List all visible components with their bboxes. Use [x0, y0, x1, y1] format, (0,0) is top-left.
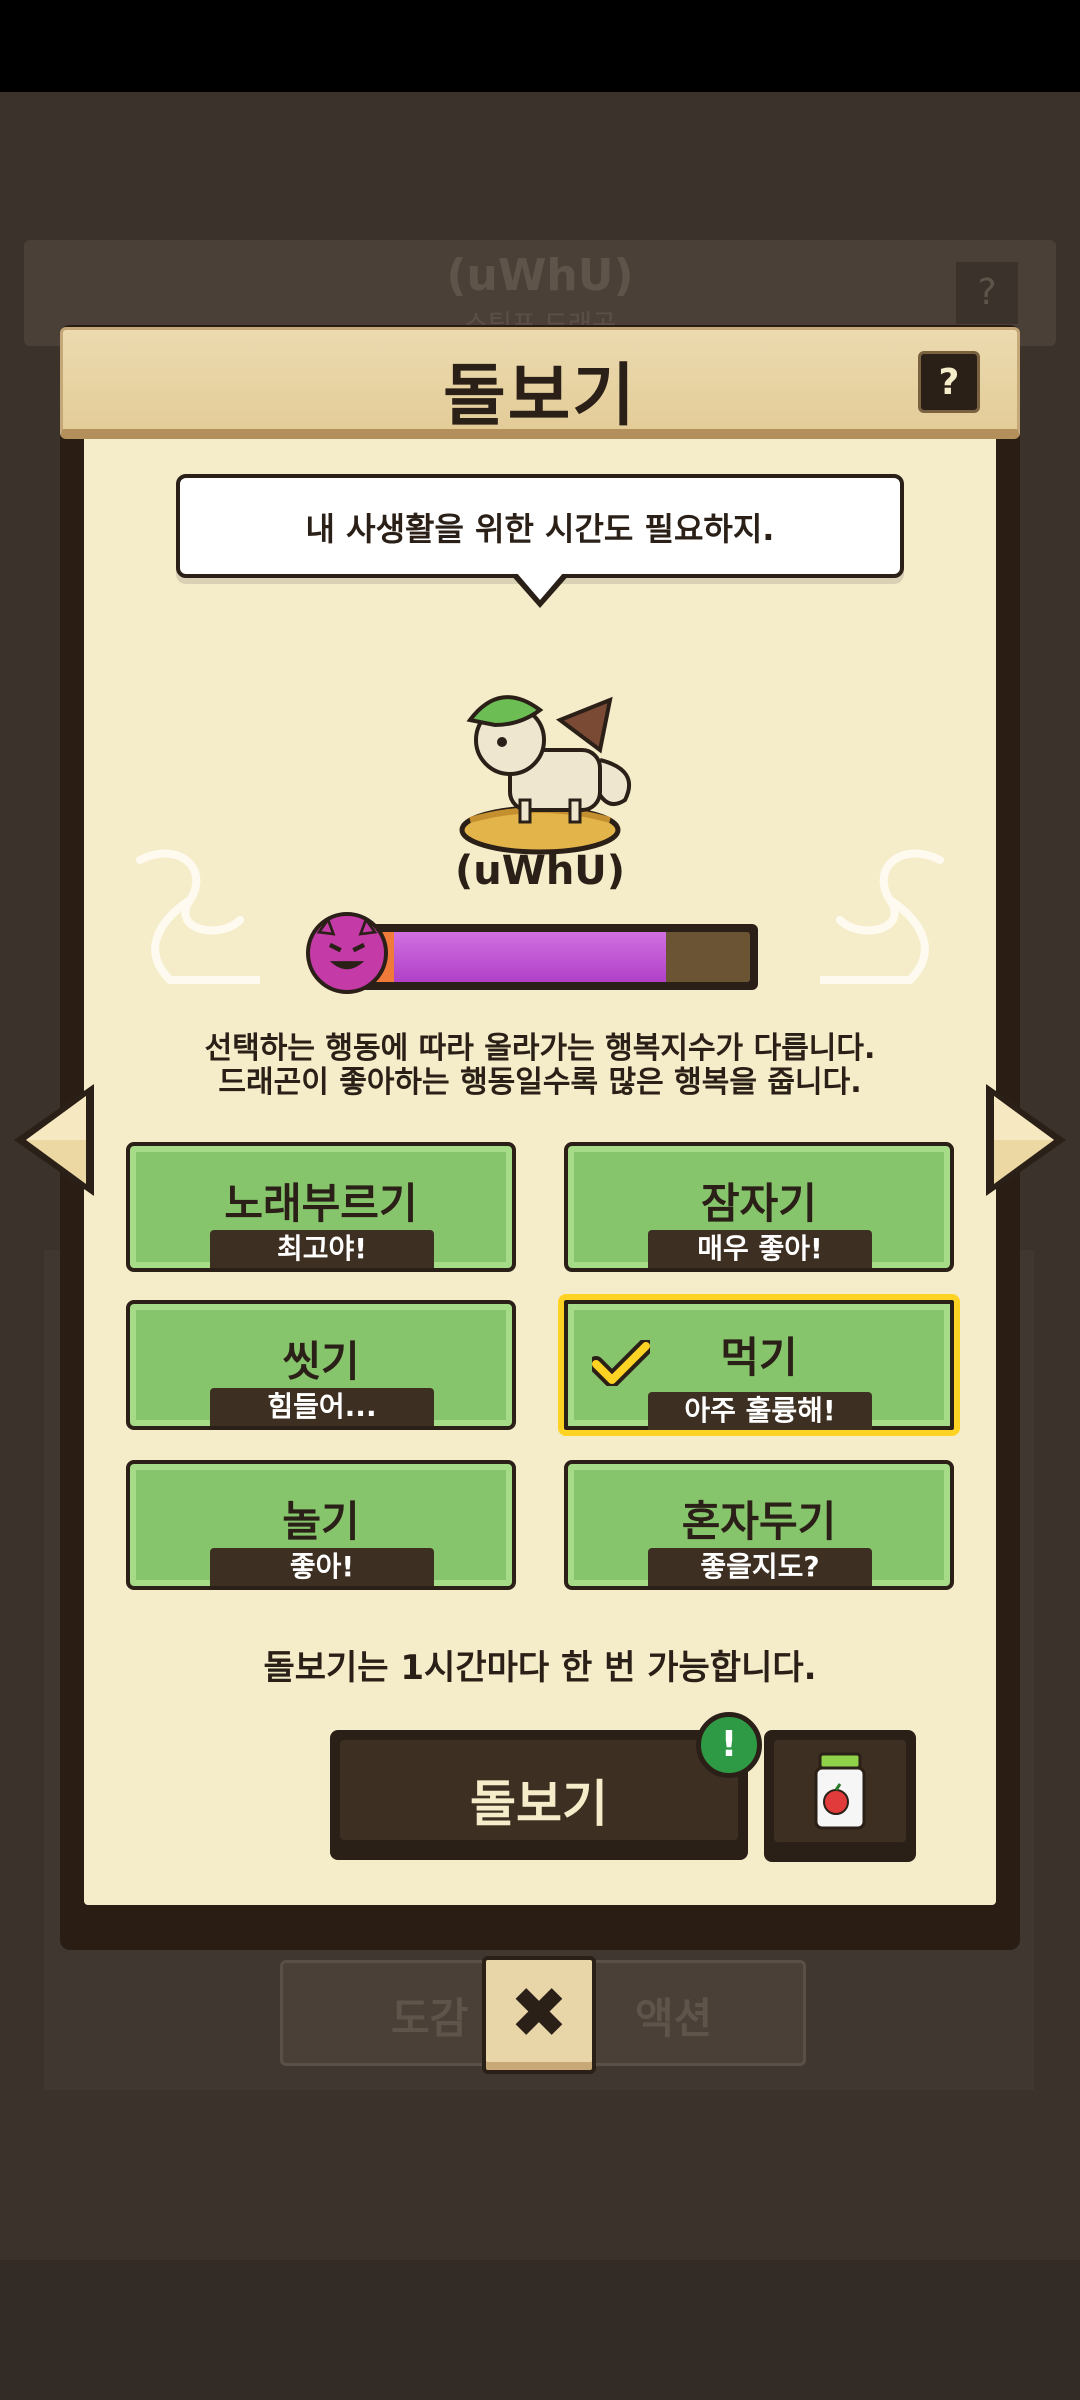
action-wash-button[interactable]: 씻기 힘들어...	[126, 1300, 516, 1430]
modal-title: 돌보기	[443, 357, 637, 436]
background-tab-collection: 도감	[391, 1994, 469, 2043]
care-button[interactable]: 돌보기	[330, 1730, 748, 1860]
devil-face-icon	[306, 912, 388, 994]
dragon-sprite	[459, 695, 631, 855]
happiness-bar	[360, 924, 758, 990]
care-button-face: 돌보기	[340, 1740, 738, 1840]
description-line-1: 선택하는 행동에 따라 올라가는 행복지수가 다릅니다.	[204, 1031, 876, 1066]
alert-badge: !	[696, 1712, 762, 1778]
action-leave-alone-button[interactable]: 혼자두기 좋을지도?	[564, 1460, 954, 1590]
modal-titlebar: 돌보기	[60, 327, 1020, 439]
action-sleep-button[interactable]: 잠자기 매우 좋아!	[564, 1142, 954, 1272]
action-label: 잠자기	[701, 1179, 817, 1228]
background-title: (uWhU)	[446, 250, 634, 301]
item-jar-face	[774, 1740, 906, 1842]
action-label: 혼자두기	[681, 1497, 837, 1546]
action-label: 노래부르기	[224, 1179, 418, 1228]
item-jar-button[interactable]	[764, 1730, 916, 1862]
status-bar	[0, 0, 1080, 92]
pet-name: (uWhU)	[454, 848, 626, 894]
action-play-button[interactable]: 놀기 좋아!	[126, 1460, 516, 1590]
description-line-2: 드래곤이 좋아하는 행동일수록 많은 행복을 줍니다.	[218, 1065, 862, 1100]
help-button[interactable]: ?	[918, 351, 980, 413]
speech-bubble: 내 사생활을 위한 시간도 필요하지.	[176, 474, 904, 578]
close-button[interactable]: ✖	[482, 1956, 596, 2074]
background-help-button: ?	[956, 262, 1018, 324]
close-icon: ✖	[509, 1972, 569, 2054]
care-button-label: 돌보기	[470, 1775, 608, 1833]
happiness-bar-track	[368, 932, 750, 982]
action-rating: 아주 훌륭해!	[648, 1392, 872, 1430]
action-rating: 매우 좋아!	[648, 1230, 872, 1268]
speech-bubble-tail-inner	[516, 572, 564, 600]
cooldown-note: 돌보기는 1시간마다 한 번 가능합니다.	[263, 1648, 817, 1688]
action-rating: 좋을지도?	[648, 1548, 872, 1586]
action-rating: 최고야!	[210, 1230, 434, 1268]
speech-text: 내 사생활을 위한 시간도 필요하지.	[305, 510, 775, 548]
happiness-bar-fill	[394, 932, 666, 982]
background-tab-action: 액션	[635, 1994, 713, 2043]
action-label: 놀기	[282, 1497, 360, 1546]
action-label: 먹기	[720, 1333, 798, 1382]
previous-dragon-arrow-icon[interactable]	[6, 1078, 102, 1202]
background-bottom-bar	[0, 2260, 1080, 2400]
description: 선택하는 행동에 따라 올라가는 행복지수가 다릅니다. 드래곤이 좋아하는 행…	[0, 1032, 1080, 1100]
apple-jar-icon	[814, 1752, 866, 1830]
action-label: 씻기	[282, 1337, 360, 1386]
action-sing-button[interactable]: 노래부르기 최고야!	[126, 1142, 516, 1272]
next-dragon-arrow-icon[interactable]	[978, 1078, 1074, 1202]
action-rating: 좋아!	[210, 1548, 434, 1586]
action-eat-button[interactable]: 먹기 아주 훌륭해!	[558, 1294, 960, 1436]
action-rating: 힘들어...	[210, 1388, 434, 1426]
